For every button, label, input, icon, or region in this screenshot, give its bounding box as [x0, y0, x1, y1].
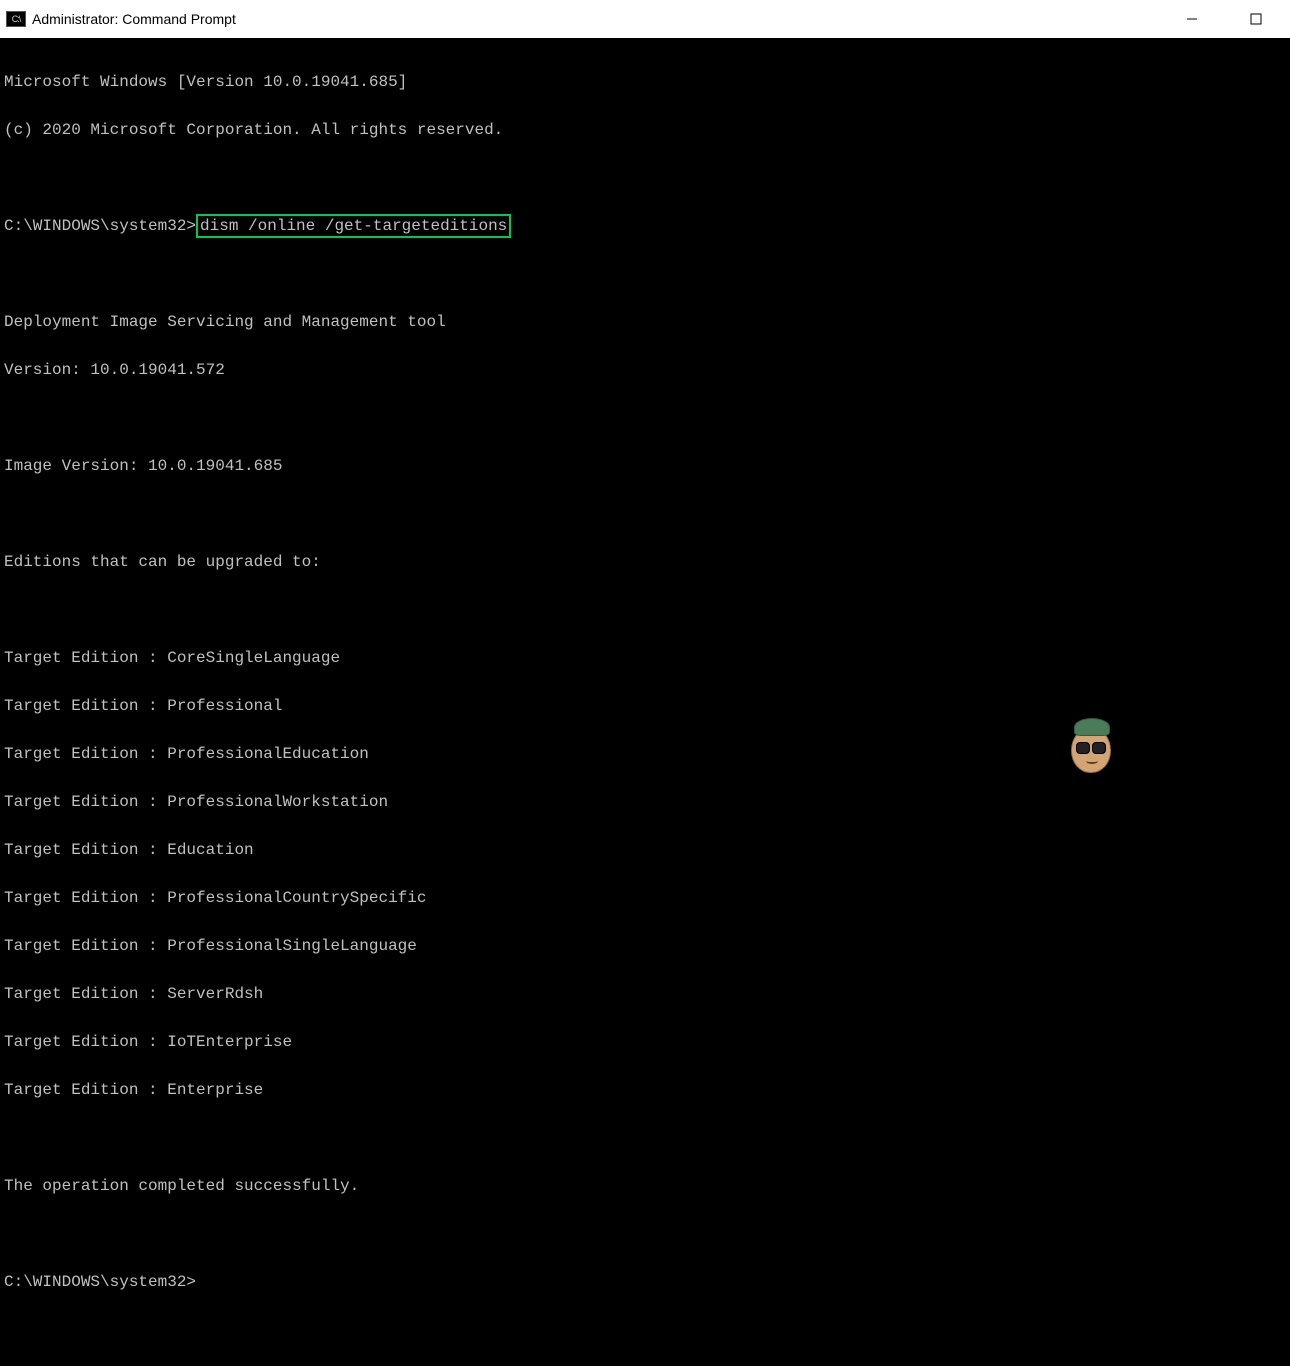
os-version-line: Microsoft Windows [Version 10.0.19041.68… — [4, 70, 1286, 94]
terminal-output[interactable]: Microsoft Windows [Version 10.0.19041.68… — [0, 38, 1290, 753]
target-edition: Target Edition : ProfessionalCountrySpec… — [4, 886, 1286, 910]
target-edition: Target Edition : ServerRdsh — [4, 982, 1286, 1006]
editions-header: Editions that can be upgraded to: — [4, 550, 1286, 574]
cmd-icon: C:\ — [6, 11, 26, 27]
mascot-icon — [1071, 679, 1115, 733]
target-edition: Target Edition : IoTEnterprise — [4, 1030, 1286, 1054]
window-titlebar: C:\ Administrator: Command Prompt — [0, 0, 1290, 38]
tool-name: Deployment Image Servicing and Managemen… — [4, 310, 1286, 334]
tool-version: Version: 10.0.19041.572 — [4, 358, 1286, 382]
target-edition: Target Edition : ProfessionalSingleLangu… — [4, 934, 1286, 958]
maximize-button[interactable] — [1238, 4, 1274, 34]
target-edition: Target Edition : Enterprise — [4, 1078, 1286, 1102]
operation-result: The operation completed successfully. — [4, 1174, 1286, 1198]
image-version: Image Version: 10.0.19041.685 — [4, 454, 1286, 478]
minimize-button[interactable] — [1174, 4, 1210, 34]
highlighted-command: dism /online /get-targeteditions — [196, 214, 511, 238]
copyright-line: (c) 2020 Microsoft Corporation. All righ… — [4, 118, 1286, 142]
window-controls — [1174, 4, 1284, 34]
prompt-path: C:\WINDOWS\system32> — [4, 217, 196, 235]
titlebar-left: C:\ Administrator: Command Prompt — [6, 11, 236, 27]
window-title: Administrator: Command Prompt — [32, 11, 236, 27]
prompt-path: C:\WINDOWS\system32> — [4, 1270, 1286, 1294]
target-edition: Target Edition : CoreSingleLanguage — [4, 646, 1286, 670]
